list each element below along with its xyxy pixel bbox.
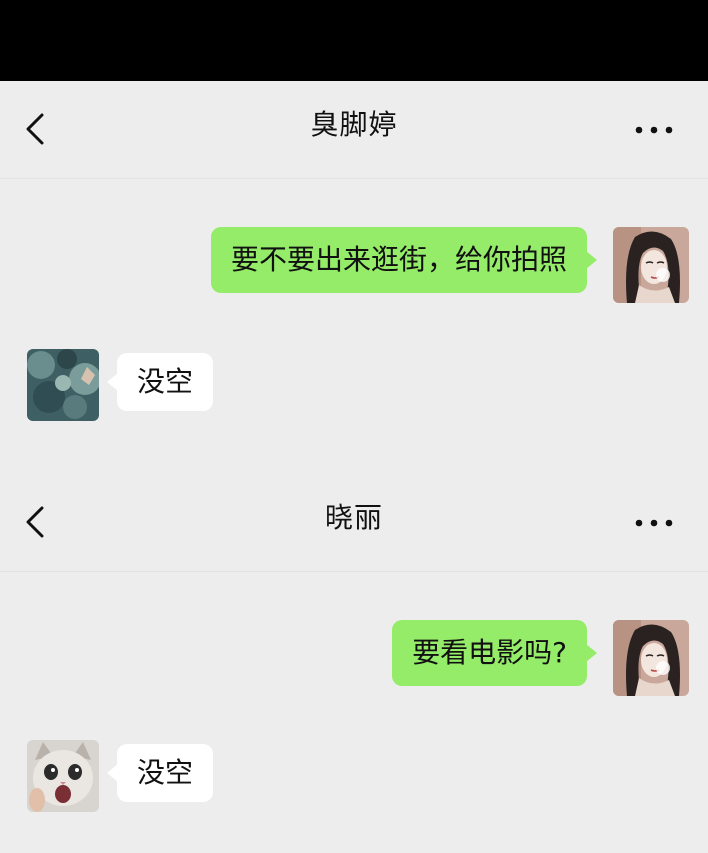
header-divider: [0, 178, 708, 179]
bubble-tail: [107, 373, 118, 391]
bubble-tail: [586, 251, 597, 269]
message-text: 要不要出来逛街，给你拍照: [230, 243, 567, 276]
header-divider: [0, 571, 708, 572]
chat-panel-2: 晓丽 要看电影吗? 没空: [0, 474, 708, 853]
more-dots-icon[interactable]: [634, 125, 674, 135]
bubble-tail: [107, 764, 118, 782]
girl-sketch-avatar[interactable]: [613, 227, 689, 303]
outgoing-message-bubble[interactable]: 要看电影吗?: [392, 620, 597, 686]
chat-panel-1: 臭脚婷 要不要出来逛街，给你拍照 没空: [0, 81, 708, 474]
incoming-message-bubble[interactable]: 没空: [107, 744, 214, 802]
message-text: 没空: [137, 756, 194, 789]
outgoing-message-bubble[interactable]: 要不要出来逛街，给你拍照: [210, 227, 597, 293]
bubble-tail: [586, 644, 597, 662]
shocked-kitten-avatar[interactable]: [27, 740, 99, 812]
chat-header: 晓丽: [0, 474, 708, 571]
chat-title: 晓丽: [324, 501, 383, 534]
more-dots-icon[interactable]: [634, 518, 674, 528]
chat-header: 臭脚婷: [0, 81, 708, 178]
message-text: 要看电影吗?: [412, 636, 567, 669]
girl-sketch-avatar[interactable]: [613, 620, 689, 696]
teal-painting-avatar[interactable]: [27, 349, 99, 421]
message-text: 没空: [137, 365, 194, 398]
incoming-message-bubble[interactable]: 没空: [107, 353, 214, 411]
chat-title: 臭脚婷: [310, 108, 398, 141]
status-bar: [0, 0, 708, 81]
